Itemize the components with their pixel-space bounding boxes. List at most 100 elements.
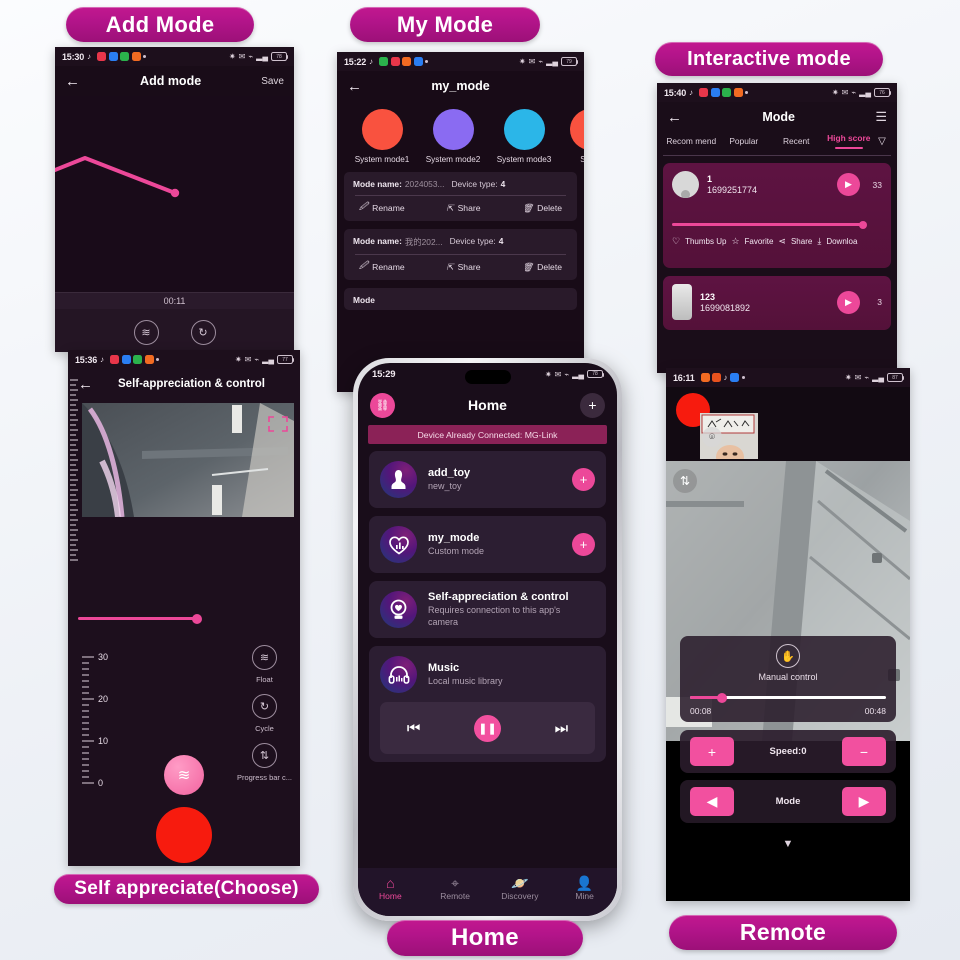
back-arrow-icon[interactable]: ← <box>65 74 80 89</box>
tab-home[interactable]: ⌂ Home <box>358 876 423 901</box>
add-button[interactable]: + <box>572 468 595 491</box>
cycle-button[interactable]: ↻ Cycle <box>190 320 216 352</box>
slider-knob[interactable] <box>192 613 202 624</box>
tab-mine[interactable]: 👤 Mine <box>552 876 617 901</box>
add-mode-chart[interactable] <box>55 96 294 292</box>
plus-icon[interactable]: + <box>580 392 605 418</box>
swatch-label: System mode3 <box>496 155 552 164</box>
download-label[interactable]: Downloa <box>826 237 857 246</box>
list-item-my-mode[interactable]: my_mode Custom mode + <box>369 516 606 573</box>
wave-icon: ≋ <box>251 645 277 670</box>
end-button[interactable] <box>156 807 212 863</box>
tab-remote[interactable]: ⌖ Remote <box>423 876 488 901</box>
back-arrow-icon[interactable]: ← <box>667 110 682 125</box>
camera-preview[interactable] <box>82 403 294 517</box>
slider-knob[interactable] <box>717 692 728 703</box>
star-icon[interactable]: ☆ <box>731 236 739 247</box>
triangle-right-icon[interactable]: ▶ <box>842 787 886 816</box>
table-row[interactable]: Mode name: 2024053... Device type: 4 🖉 R… <box>344 172 577 221</box>
float-fab-button[interactable]: ≋ <box>164 755 204 795</box>
skip-forward-icon[interactable]: ⏭ <box>555 720 569 737</box>
signal-icon: ▂▄ <box>572 369 584 379</box>
list-item-add-toy[interactable]: add_toy new_toy + <box>369 451 606 508</box>
system-mode-4[interactable]: Syste <box>570 109 584 164</box>
speed-decrease-button[interactable]: − <box>842 737 886 766</box>
status-bar: 15:30 ♪ ✷ ✉ ⌁ ▂▄ 78 <box>55 47 294 66</box>
delete-button[interactable]: 🗑 Delete <box>522 201 562 215</box>
triangle-left-icon[interactable]: ◀ <box>690 787 734 816</box>
status-time: 15:40 <box>664 87 687 98</box>
float-button[interactable]: ≋ Float <box>251 645 277 684</box>
app-icon-2 <box>390 57 400 66</box>
app-icon-3 <box>133 355 143 364</box>
heart-icon[interactable]: ♡ <box>672 236 680 247</box>
pause-icon[interactable]: ❚❚ <box>474 714 501 742</box>
vertical-ruler-icon <box>70 379 78 561</box>
camera-icon[interactable]: ⌾ <box>702 427 722 447</box>
tab-recent[interactable]: Recent <box>770 136 823 152</box>
post-progress-bar[interactable] <box>672 220 882 229</box>
share-icon[interactable]: ⋖ <box>778 236 786 247</box>
back-arrow-icon[interactable]: ← <box>347 79 362 94</box>
wifi-icon: ⌁ <box>248 52 254 61</box>
sliders-icon[interactable]: ⇅ <box>673 469 697 493</box>
float-button[interactable]: ≋ Float <box>133 320 159 352</box>
tab-remote-label: Remote <box>440 891 470 901</box>
speed-increase-button[interactable]: + <box>690 737 734 766</box>
cycle-button[interactable]: ↻ Cycle <box>251 694 277 733</box>
list-item-self-appreciation[interactable]: Self-appreciation & control Requires con… <box>369 581 606 638</box>
user-avatar-icon <box>681 190 690 199</box>
tab-popular[interactable]: Popular <box>718 136 771 152</box>
status-right-icons: ✷ ✉ ⌁ ▂▄ 77 <box>235 355 295 364</box>
filter-icon[interactable]: ▽ <box>875 136 889 153</box>
play-button[interactable]: ▶ <box>837 173 860 197</box>
app-icon-4 <box>131 52 141 61</box>
intensity-slider[interactable] <box>68 601 300 637</box>
share-label[interactable]: Share <box>791 237 812 246</box>
app-icon-4 <box>413 57 423 66</box>
status-app-icons <box>699 88 749 97</box>
tab-discovery-label: Discovery <box>501 891 539 901</box>
manual-slider[interactable] <box>690 691 886 705</box>
bluetooth-icon: ✷ <box>518 57 526 66</box>
list-item[interactable]: 1 1699251774 ▶ 33 ♡ Thumbs Up ☆ Favorite… <box>663 163 891 269</box>
system-mode-3[interactable]: System mode3 <box>496 109 552 164</box>
back-arrow-icon[interactable]: ← <box>78 377 93 392</box>
tab-discovery[interactable]: 🪐 Discovery <box>488 876 553 901</box>
table-row[interactable]: Mode name: 我的202... Device type: 4 🖉 Ren… <box>344 229 577 280</box>
share-button[interactable]: ⇱ Share <box>446 260 480 274</box>
rename-button[interactable]: 🖉 Rename <box>359 260 405 274</box>
share-button[interactable]: ⇱ Share <box>446 201 480 215</box>
wifi-icon: ⌁ <box>864 373 870 382</box>
rename-button[interactable]: 🖉 Rename <box>359 201 405 215</box>
status-bar: 16:11 ♪ ✷ ✉ ⌁ ▂▄ 87 <box>666 368 910 387</box>
pin-icon: ⌖ <box>451 875 460 891</box>
play-button[interactable]: ▶ <box>837 290 860 314</box>
save-button[interactable]: Save <box>261 76 284 87</box>
table-row[interactable]: Mode <box>344 288 577 310</box>
tab-recommend-label: Recom mend <box>666 136 717 146</box>
app-icon-1 <box>699 88 709 97</box>
wifi-icon: ⌁ <box>254 355 260 364</box>
download-icon[interactable]: ⤓ <box>817 236 821 247</box>
system-mode-2[interactable]: System mode2 <box>426 109 480 164</box>
progress-bar-button[interactable]: ⇅ Progress bar c... <box>237 743 292 782</box>
favorite-label[interactable]: Favorite <box>745 237 774 246</box>
link-icon[interactable]: ⛓ <box>370 392 395 418</box>
wifi-icon: ⌁ <box>538 57 544 66</box>
add-button[interactable]: + <box>572 533 595 556</box>
progress-knob[interactable] <box>858 220 867 229</box>
skip-back-icon[interactable]: ⏮ <box>407 720 421 737</box>
system-mode-1[interactable]: System mode1 <box>355 109 409 164</box>
hamburger-icon[interactable]: ☰ <box>875 109 887 125</box>
chevron-down-icon[interactable]: ▼ <box>666 838 910 850</box>
status-right-icons: ✷ ✉ ⌁ ▂▄ 87 <box>845 373 905 382</box>
list-item[interactable]: 123 1699081892 ▶ 3 <box>663 276 891 331</box>
list-item-music[interactable]: Music Local music library ⏮ ❚❚ ⏭ <box>369 646 606 762</box>
label-add-mode-text: Add Mode <box>105 11 215 37</box>
tab-recommend[interactable]: Recom mend <box>665 136 718 152</box>
share-box-icon: ⇱ <box>446 202 454 213</box>
delete-button[interactable]: 🗑 Delete <box>522 260 562 274</box>
tab-high-score[interactable]: High score <box>823 133 876 155</box>
thumbs-up-label[interactable]: Thumbs Up <box>685 237 726 246</box>
